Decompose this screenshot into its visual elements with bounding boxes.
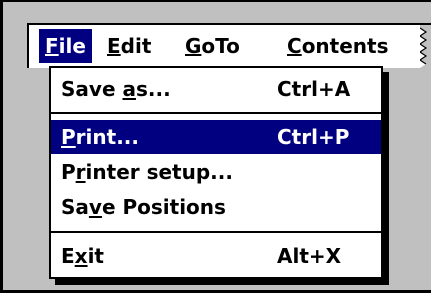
menu-file[interactable]: File	[39, 29, 92, 63]
menu-item-label: Printer setup...	[61, 160, 233, 184]
menu-item-accelerator: Ctrl+A	[277, 77, 351, 101]
menu-goto-label: oTo	[201, 34, 240, 58]
menu-item-print[interactable]: Print... Ctrl+P	[51, 120, 381, 154]
menu-item-label: Save as...	[61, 77, 171, 101]
menu-separator	[51, 231, 381, 233]
menu-goto[interactable]: GoTo	[179, 29, 246, 63]
menu-item-printer-setup[interactable]: Printer setup...	[51, 155, 381, 189]
menu-item-accelerator: Alt+X	[277, 244, 342, 268]
menu-item-accelerator: Ctrl+P	[277, 125, 350, 149]
menu-item-label: Print...	[61, 125, 139, 149]
menu-file-mnemonic: F	[45, 34, 59, 58]
menu-item-exit[interactable]: Exit Alt+X	[51, 239, 381, 273]
menu-item-label: Save Positions	[61, 195, 226, 219]
application-window: File Edit GoTo Contents Save as... Ctrl+…	[0, 0, 431, 293]
menu-edit-mnemonic: E	[107, 34, 121, 58]
menu-file-label: ile	[58, 34, 86, 58]
menu-item-save-positions[interactable]: Save Positions	[51, 190, 381, 224]
menu-contents[interactable]: Contents	[281, 29, 395, 63]
menu-item-label: Exit	[61, 244, 104, 268]
menu-contents-label: ontents	[301, 34, 389, 58]
menu-edit[interactable]: Edit	[101, 29, 157, 63]
file-menu-dropdown: Save as... Ctrl+A Print... Ctrl+P Printe…	[49, 66, 383, 279]
menu-contents-mnemonic: C	[287, 34, 302, 58]
menu-goto-mnemonic: G	[185, 34, 202, 58]
menu-separator	[51, 112, 381, 114]
menu-bar: File Edit GoTo Contents	[27, 23, 431, 68]
menu-item-save-as[interactable]: Save as... Ctrl+A	[51, 72, 381, 106]
torn-edge-icon	[420, 25, 431, 68]
menu-edit-label: dit	[120, 34, 152, 58]
